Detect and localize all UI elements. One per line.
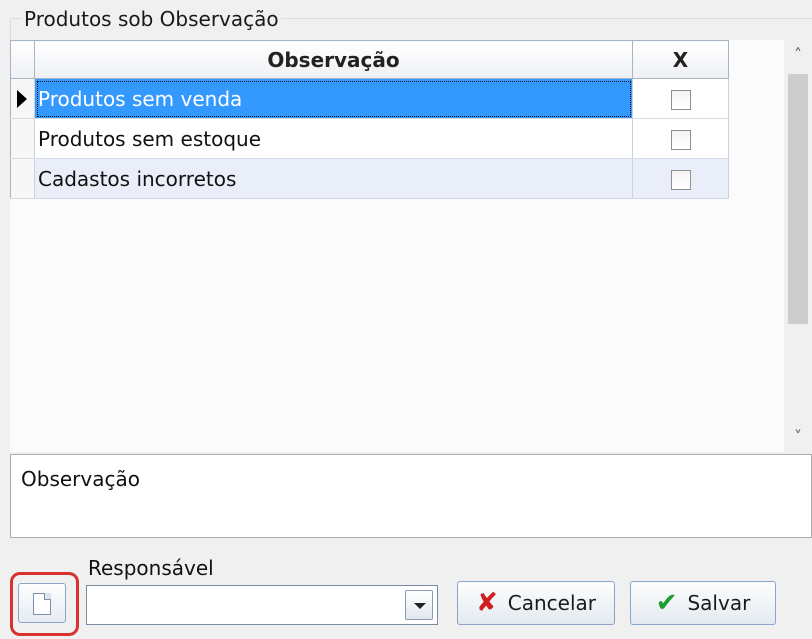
row-label[interactable]: Produtos sem venda (34, 78, 633, 119)
save-label: Salvar (687, 591, 751, 615)
responsavel-label: Responsável (88, 556, 214, 580)
save-check-icon: ✔ (655, 588, 678, 618)
row-indicator (10, 158, 35, 199)
observation-text: Observação (21, 467, 140, 491)
column-header-observacao[interactable]: Observação (34, 40, 633, 79)
row-checkbox-cell[interactable] (632, 78, 729, 119)
row-checkbox-cell[interactable] (632, 158, 729, 199)
scroll-up-icon[interactable]: ˄ (784, 40, 812, 70)
grid-header-row: Observação X (10, 40, 729, 79)
row-checkbox[interactable] (670, 130, 691, 150)
observation-grid: Observação X Produtos sem venda Produtos… (10, 40, 729, 199)
cancel-label: Cancelar (507, 591, 597, 615)
row-label[interactable]: Produtos sem estoque (34, 118, 633, 159)
responsavel-combobox[interactable] (86, 585, 438, 625)
grid-indicator-header (10, 40, 35, 79)
chevron-down-icon[interactable] (405, 590, 433, 620)
cancel-x-icon: ✘ (475, 588, 498, 618)
save-button[interactable]: ✔ Salvar (630, 581, 776, 625)
row-checkbox-cell[interactable] (632, 118, 729, 159)
grid-vertical-scrollbar[interactable]: ˄ ˅ (784, 40, 812, 452)
table-row[interactable]: Cadastos incorretos (10, 158, 729, 199)
highlight-annotation (10, 572, 79, 636)
table-row[interactable]: Produtos sem venda (10, 78, 729, 119)
row-checkbox[interactable] (670, 90, 691, 110)
current-row-arrow-icon (17, 90, 27, 108)
group-caption: Produtos sob Observação (22, 7, 281, 31)
row-label[interactable]: Cadastos incorretos (34, 158, 633, 199)
scroll-down-icon[interactable]: ˅ (784, 422, 812, 452)
scroll-thumb[interactable] (788, 74, 808, 324)
column-header-x[interactable]: X (632, 40, 729, 79)
observation-memo[interactable]: Observação (10, 454, 812, 538)
row-checkbox[interactable] (670, 170, 691, 190)
row-indicator (10, 118, 35, 159)
table-row[interactable]: Produtos sem estoque (10, 118, 729, 159)
cancel-button[interactable]: ✘ Cancelar (457, 581, 615, 625)
row-indicator (10, 78, 35, 119)
